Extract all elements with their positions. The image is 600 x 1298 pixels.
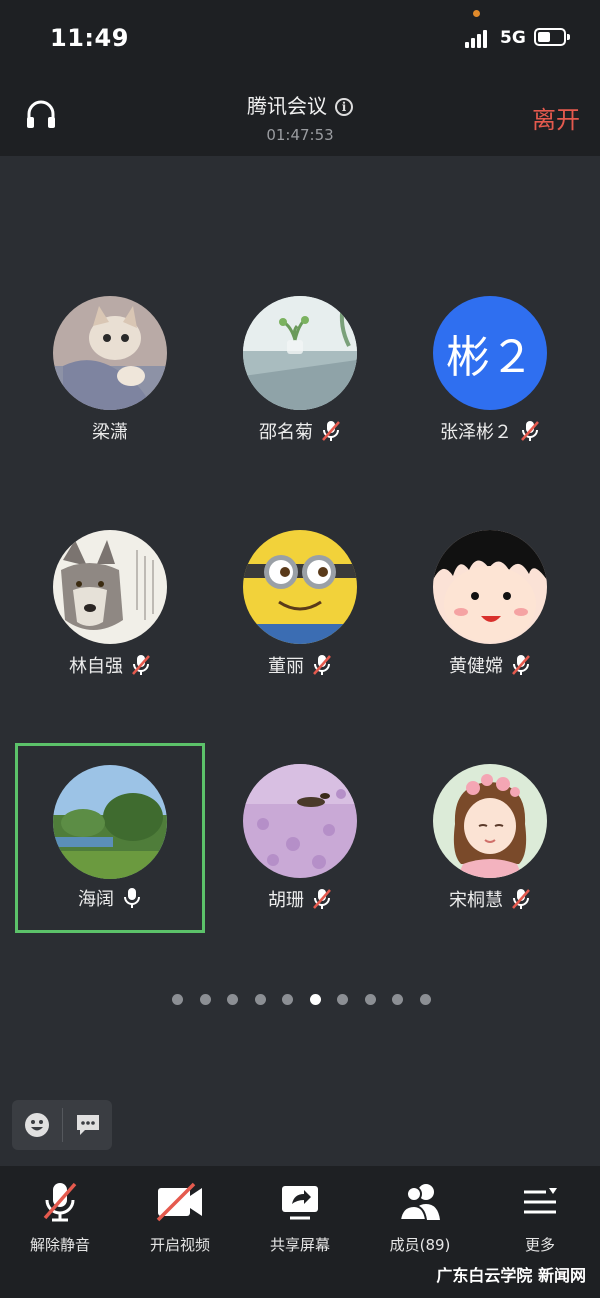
- meeting-title-row[interactable]: 腾讯会议 i: [0, 90, 600, 119]
- participant-tile[interactable]: 黄健嫦: [395, 512, 585, 702]
- mic-muted-icon: [521, 421, 539, 441]
- mic-muted-icon: [313, 655, 331, 675]
- participant-name: 张泽彬２: [440, 422, 512, 443]
- page-dot[interactable]: [309, 994, 321, 1005]
- mic-muted-icon: [322, 421, 340, 441]
- mic-muted-icon: [132, 655, 150, 675]
- battery-icon: [534, 28, 570, 46]
- avatar: [53, 765, 167, 879]
- participant-tile[interactable]: 邵名菊: [205, 278, 395, 468]
- avatar: 彬２: [433, 296, 547, 410]
- chat-icon[interactable]: [75, 1113, 101, 1137]
- participant-name: 邵名菊: [259, 422, 313, 443]
- participant-name: 海阔: [78, 889, 114, 910]
- unmute-button[interactable]: 解除静音: [0, 1180, 120, 1270]
- participant-tile[interactable]: 林自强: [15, 512, 205, 702]
- participant-tile[interactable]: 宋桐慧: [395, 746, 585, 936]
- avatar: [433, 764, 547, 878]
- more-label: 更多: [524, 1236, 555, 1254]
- mic-muted-icon: [512, 655, 530, 675]
- mic-muted-icon: [512, 889, 530, 909]
- page-dot[interactable]: [282, 994, 293, 1005]
- participant-name: 黄健嫦: [449, 656, 503, 677]
- mic-muted-icon: [313, 889, 331, 909]
- signal-icon: [465, 28, 493, 48]
- start-video-label: 开启视频: [149, 1236, 210, 1254]
- share-screen-icon: [282, 1186, 318, 1220]
- status-bar: 11:49 5G: [0, 0, 600, 76]
- participant-tile[interactable]: 胡珊: [205, 746, 395, 936]
- avatar: [433, 530, 547, 644]
- share-screen-button[interactable]: 共享屏幕: [240, 1180, 360, 1270]
- info-icon[interactable]: i: [335, 98, 353, 116]
- members-icon: [398, 1184, 440, 1221]
- page-dot[interactable]: [392, 994, 403, 1005]
- participant-tile-speaking[interactable]: 海阔: [15, 743, 205, 933]
- avatar: [243, 296, 357, 410]
- leave-button[interactable]: 离开: [532, 100, 580, 135]
- watermark: 广东白云学院 新闻网: [436, 1266, 586, 1285]
- avatar: [53, 296, 167, 410]
- reaction-chat-bar: [12, 1100, 112, 1150]
- meeting-title: 腾讯会议: [247, 94, 327, 118]
- divider: [62, 1108, 63, 1142]
- participant-name: 宋桐慧: [449, 890, 503, 911]
- mic-icon: [124, 888, 140, 908]
- start-video-button[interactable]: 开启视频: [120, 1180, 240, 1270]
- share-screen-label: 共享屏幕: [269, 1236, 330, 1254]
- mic-muted-icon: [43, 1182, 77, 1222]
- participant-tile[interactable]: 董丽: [205, 512, 395, 702]
- page-dot[interactable]: [364, 994, 376, 1005]
- page-dot[interactable]: [227, 994, 238, 1005]
- meeting-header: 腾讯会议 i 01:47:53 离开: [0, 76, 600, 156]
- status-time: 11:49: [50, 24, 129, 52]
- participant-name: 胡珊: [268, 890, 304, 911]
- more-button[interactable]: 更多: [480, 1180, 600, 1270]
- camera-off-icon: [156, 1182, 202, 1222]
- avatar: [243, 530, 357, 644]
- participant-name: 林自强: [69, 656, 123, 677]
- participant-name: 梁潇: [92, 422, 128, 443]
- page-dot[interactable]: [254, 994, 266, 1005]
- members-label: 成员(89): [389, 1236, 451, 1254]
- unmute-label: 解除静音: [29, 1236, 90, 1254]
- members-button[interactable]: 成员(89): [360, 1180, 480, 1270]
- page-dot[interactable]: [337, 994, 348, 1005]
- avatar: [243, 764, 357, 878]
- network-type: 5G: [500, 28, 526, 48]
- avatar-text: 彬２: [433, 296, 547, 410]
- meeting-duration: 01:47:53: [266, 126, 334, 144]
- participant-name: 董丽: [268, 656, 304, 677]
- page-dot[interactable]: [419, 994, 431, 1005]
- page-dot[interactable]: [199, 994, 211, 1005]
- participant-tile[interactable]: 彬２ 张泽彬２: [395, 278, 585, 468]
- emoji-icon[interactable]: [24, 1112, 50, 1138]
- page-dot[interactable]: [172, 994, 183, 1005]
- participant-tile[interactable]: 梁潇: [15, 278, 205, 468]
- more-menu-icon: [524, 1188, 557, 1214]
- avatar: [53, 530, 167, 644]
- privacy-indicator-dot: [473, 10, 480, 17]
